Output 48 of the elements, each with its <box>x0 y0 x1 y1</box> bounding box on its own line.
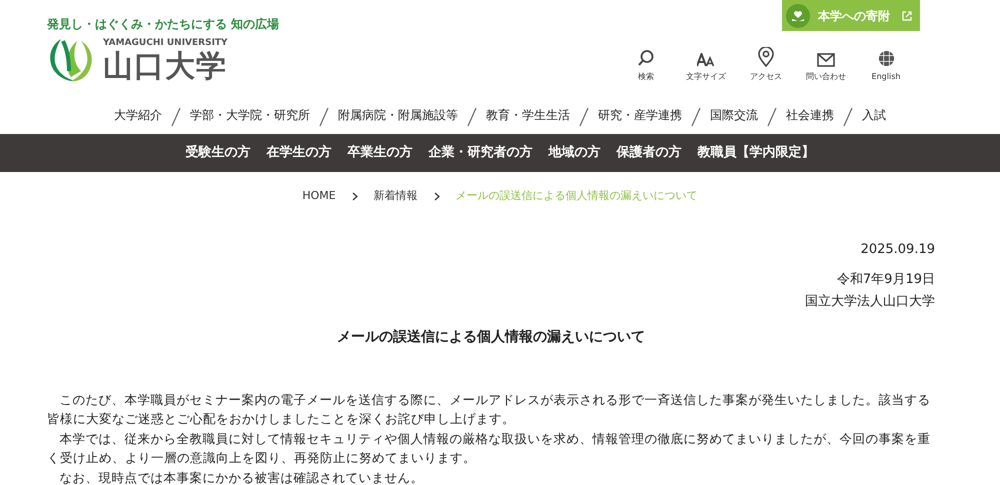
toolbar-button[interactable]: 問い合わせ <box>796 47 856 83</box>
nav-link[interactable]: 教育・学生生活 <box>477 106 579 124</box>
paragraph: このたび、本学職員がセミナー案内の電子メールを送信する際に、メールアドレスが表示される形で一斉送信した事案が発生いたしました。該当する皆様に大変なご迷惑とご心配をおかけしましたことを深くお詫び申し上げます。 <box>47 390 932 428</box>
breadcrumb-link[interactable]: 新着情報 <box>374 188 418 204</box>
mail-icon <box>817 53 835 67</box>
nav-link[interactable]: 大学紹介 <box>105 106 171 124</box>
audience-link[interactable]: 卒業生の方 <box>340 143 420 163</box>
audience-link[interactable]: 保護者の方 <box>608 143 690 163</box>
map-pin-icon <box>758 47 774 67</box>
audience-link[interactable]: 企業・研究者の方 <box>420 143 540 163</box>
nav-link[interactable]: 社会連携 <box>777 106 843 124</box>
nav-link[interactable]: 国際交流 <box>701 106 767 124</box>
paragraph: 本学では、従来から全教職員に対して情報セキュリティや個人情報の厳格な取扱いを求め、情報管理の徹底に努めてまいりましたが、今回の事案を重く受け止め、より一層の意識向上を図り、再発防止に努めてまいります。 <box>47 430 932 467</box>
chevron-icon <box>352 192 358 200</box>
article-date: 2025.09.19 <box>860 241 935 259</box>
nav-divider-icon <box>843 106 853 127</box>
logo-title: 山口大学 <box>103 52 228 82</box>
external-link-icon <box>902 10 912 20</box>
audience-link[interactable]: 地域の方 <box>540 143 608 163</box>
globe-icon <box>878 50 894 67</box>
nav-link[interactable]: 研究・産学連携 <box>589 106 691 124</box>
nav-divider-icon <box>171 106 181 127</box>
toolbar-button[interactable]: English <box>856 47 916 83</box>
audience-link[interactable]: 教職員【学内限定】 <box>690 143 822 163</box>
audience-link[interactable]: 在学生の方 <box>258 143 340 163</box>
issuer-name: 国立大学法人山口大学 <box>805 293 935 311</box>
nav-link[interactable]: 学部・大学院・研究所 <box>181 106 319 124</box>
toolbar-button[interactable]: 文字サイズ <box>676 47 736 83</box>
toolbar-button[interactable]: アクセス <box>736 47 796 83</box>
chevron-icon <box>434 192 440 200</box>
nav-divider-icon <box>767 106 777 127</box>
search-icon <box>637 49 655 67</box>
nav-link[interactable]: 入試 <box>853 106 895 124</box>
tagline: 発見し・はぐくみ・かたちにする 知の広場 <box>47 16 280 33</box>
breadcrumb-link[interactable]: HOME <box>302 188 336 204</box>
toolbar-button[interactable]: 検索 <box>616 47 676 83</box>
nav-link[interactable]: 附属病院・附属施設等 <box>329 106 467 124</box>
nav-divider-icon <box>691 106 701 127</box>
audience-link[interactable]: 受験生の方 <box>178 143 258 163</box>
nav-divider-icon <box>467 106 477 127</box>
nav-divider-icon <box>319 106 329 127</box>
article-title: メールの誤送信による個人情報の漏えいについて <box>336 328 646 346</box>
issue-date: 令和7年9月19日 <box>836 270 935 288</box>
nav-divider-icon <box>579 106 589 127</box>
breadcrumb-current: メールの誤送信による個人情報の漏えいについて <box>456 188 698 204</box>
paragraph: なお、現時点では本事案にかかる被害は確認されていません。 <box>58 468 424 485</box>
font-size-icon <box>697 53 715 67</box>
logo-subtitle: YAMAGUCHI UNIVERSITY <box>103 38 228 48</box>
